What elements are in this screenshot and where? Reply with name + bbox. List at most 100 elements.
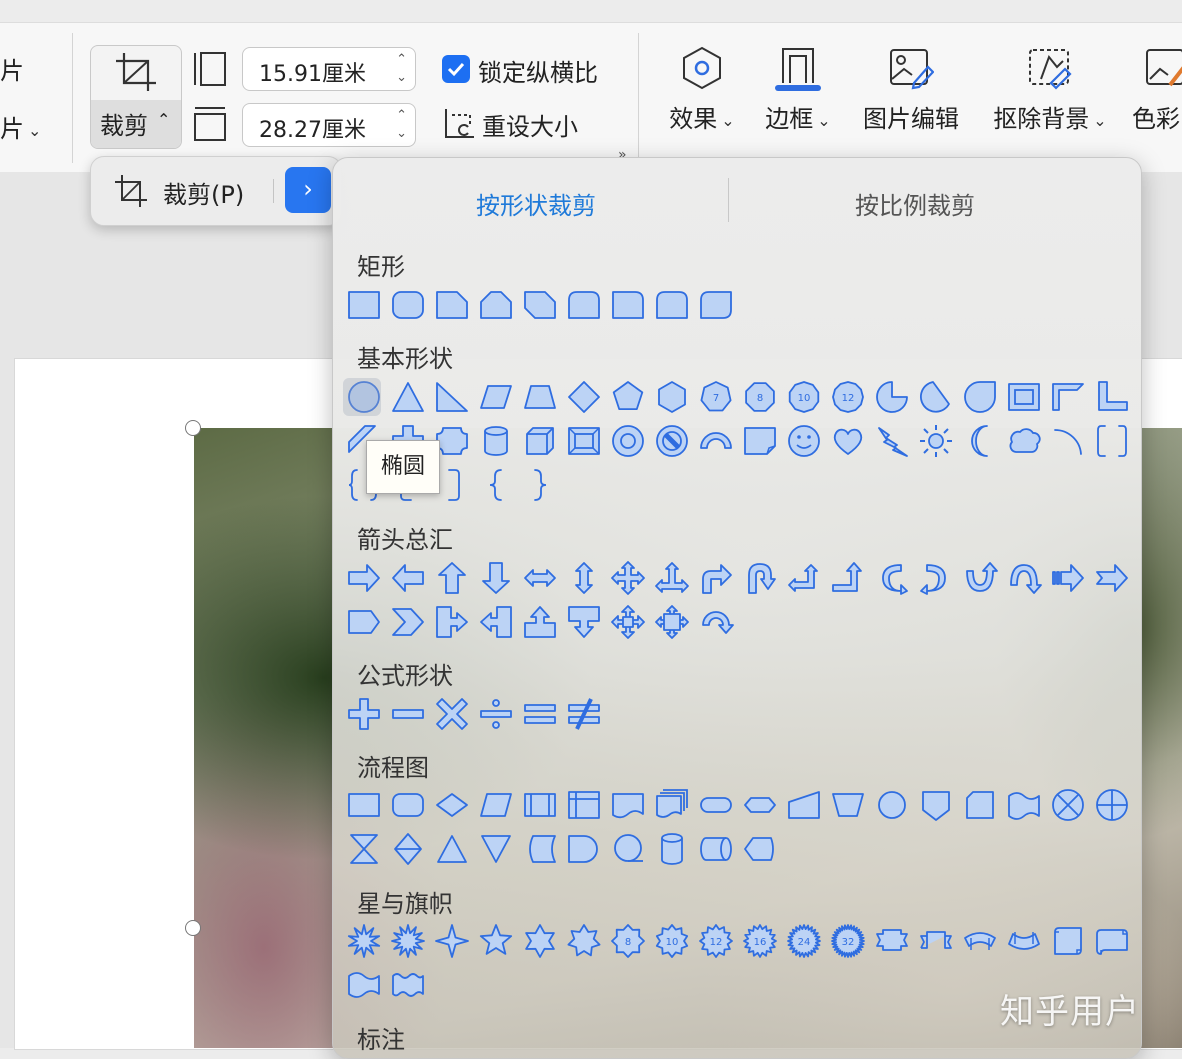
shape-math-multiply[interactable] bbox=[430, 692, 474, 736]
shape-curved-ribbon-up[interactable] bbox=[1002, 919, 1046, 963]
shape-pentagon-arrow[interactable] bbox=[342, 600, 386, 644]
shape-curved-down-arrow[interactable] bbox=[1002, 556, 1046, 600]
shape-math-equal[interactable] bbox=[518, 692, 562, 736]
shape-half-frame[interactable] bbox=[1046, 375, 1090, 419]
shape-curved-left-arrow[interactable] bbox=[914, 556, 958, 600]
shape-curved-right-arrow[interactable] bbox=[870, 556, 914, 600]
color-button[interactable]: 色彩 bbox=[1132, 45, 1182, 134]
shape-right-arrow[interactable] bbox=[342, 556, 386, 600]
shape-smiley-face[interactable] bbox=[782, 419, 826, 463]
shape-decagon[interactable]: 10 bbox=[782, 375, 826, 419]
shape-flowchart-sequential-access[interactable] bbox=[606, 827, 650, 871]
shape-chord[interactable] bbox=[914, 375, 958, 419]
shape-snip-same-side-rectangle[interactable] bbox=[474, 283, 518, 327]
shape-math-not-equal[interactable] bbox=[562, 692, 606, 736]
shape-circular-arrow[interactable] bbox=[694, 600, 738, 644]
shape-flowchart-stored-data[interactable] bbox=[518, 827, 562, 871]
crop-button[interactable]: 裁剪 ⌃ bbox=[90, 45, 182, 149]
shape-donut[interactable] bbox=[606, 419, 650, 463]
shape-cube[interactable] bbox=[518, 419, 562, 463]
remove-background-button[interactable]: 抠除背景 ⌄ bbox=[984, 45, 1116, 134]
shape-star-7-point[interactable] bbox=[562, 919, 606, 963]
shape-flowchart-decision[interactable] bbox=[430, 783, 474, 827]
shape-round-same-side-rectangle[interactable] bbox=[650, 283, 694, 327]
crop-dropdown-area[interactable]: 裁剪 ⌃ bbox=[91, 100, 181, 148]
shape-star-32-point[interactable]: 32 bbox=[826, 919, 870, 963]
shape-flowchart-merge[interactable] bbox=[474, 827, 518, 871]
shape-notched-right-arrow[interactable] bbox=[1090, 556, 1134, 600]
shape-down-arrow[interactable] bbox=[474, 556, 518, 600]
shape-hexagon[interactable] bbox=[650, 375, 694, 419]
shape-round-corner-rectangle[interactable] bbox=[606, 283, 650, 327]
shape-flowchart-data[interactable] bbox=[474, 783, 518, 827]
shape-flowchart-off-page-connector[interactable] bbox=[914, 783, 958, 827]
shape-rectangle[interactable] bbox=[342, 283, 386, 327]
shape-diamond[interactable] bbox=[562, 375, 606, 419]
shape-flowchart-multidocument[interactable] bbox=[650, 783, 694, 827]
shape-chevron-arrow[interactable] bbox=[386, 600, 430, 644]
shape-bent-up-arrow[interactable] bbox=[826, 556, 870, 600]
width-input[interactable]: 28.27厘米 ⌃ ⌄ bbox=[242, 103, 416, 147]
shape-star-8-point[interactable]: 8 bbox=[606, 919, 650, 963]
shape-no-symbol[interactable] bbox=[650, 419, 694, 463]
shape-folded-corner[interactable] bbox=[738, 419, 782, 463]
shape-curved-ribbon-down[interactable] bbox=[958, 919, 1002, 963]
shape-frame[interactable] bbox=[1002, 375, 1046, 419]
shape-flowchart-card[interactable] bbox=[958, 783, 1002, 827]
shape-wave[interactable] bbox=[342, 963, 386, 1007]
shape-explosion-2[interactable] bbox=[386, 919, 430, 963]
shape-flowchart-manual-input[interactable] bbox=[782, 783, 826, 827]
shape-flowchart-process[interactable] bbox=[342, 783, 386, 827]
shape-sun[interactable] bbox=[914, 419, 958, 463]
shape-left-up-arrow[interactable] bbox=[782, 556, 826, 600]
shape-flowchart-predefined-process[interactable] bbox=[518, 783, 562, 827]
shape-bent-arrow[interactable] bbox=[694, 556, 738, 600]
shape-left-arrow-callout[interactable] bbox=[474, 600, 518, 644]
shape-trapezoid[interactable] bbox=[518, 375, 562, 419]
shape-left-right-up-arrow[interactable] bbox=[650, 556, 694, 600]
shape-right-brace[interactable] bbox=[518, 463, 562, 507]
shape-up-arrow-callout[interactable] bbox=[518, 600, 562, 644]
shape-math-divide[interactable] bbox=[474, 692, 518, 736]
shape-math-minus[interactable] bbox=[386, 692, 430, 736]
shape-ribbon-down[interactable] bbox=[870, 919, 914, 963]
shape-left-brace[interactable] bbox=[474, 463, 518, 507]
shape-star-6-point[interactable] bbox=[518, 919, 562, 963]
shape-left-arrow[interactable] bbox=[386, 556, 430, 600]
shape-quad-arrow-callout[interactable] bbox=[650, 600, 694, 644]
shape-snip-round-rectangle[interactable] bbox=[562, 283, 606, 327]
shape-pie[interactable] bbox=[870, 375, 914, 419]
shape-right-triangle[interactable] bbox=[430, 375, 474, 419]
shape-flowchart-summing-junction[interactable] bbox=[1046, 783, 1090, 827]
shape-flowchart-preparation[interactable] bbox=[738, 783, 782, 827]
shape-heptagon[interactable]: 7 bbox=[694, 375, 738, 419]
shape-flowchart-document[interactable] bbox=[606, 783, 650, 827]
shape-snip-diagonal-rectangle[interactable] bbox=[518, 283, 562, 327]
resize-handle-top-left[interactable] bbox=[185, 420, 201, 436]
resize-handle-left[interactable] bbox=[185, 920, 201, 936]
tab-crop-by-ratio[interactable]: 按比例裁剪 bbox=[855, 186, 975, 221]
shape-heart[interactable] bbox=[826, 419, 870, 463]
tab-crop-by-shape[interactable]: 按形状裁剪 bbox=[476, 186, 596, 221]
cut-off-label-bottom[interactable]: 片 ⌄ bbox=[0, 109, 41, 144]
shape-flowchart-connector[interactable] bbox=[870, 783, 914, 827]
shape-teardrop[interactable] bbox=[958, 375, 1002, 419]
shape-star-12-point[interactable]: 12 bbox=[694, 919, 738, 963]
lock-aspect-label[interactable]: 锁定纵横比 bbox=[478, 53, 598, 88]
shape-ribbon-up[interactable] bbox=[914, 919, 958, 963]
shape-flowchart-terminator[interactable] bbox=[694, 783, 738, 827]
shape-flowchart-alternate-process[interactable] bbox=[386, 783, 430, 827]
shape-double-wave[interactable] bbox=[386, 963, 430, 1007]
crop-shape-expand-button[interactable]: › bbox=[285, 167, 331, 213]
shape-right-arrow-callout[interactable] bbox=[430, 600, 474, 644]
shape-cloud[interactable] bbox=[1002, 419, 1046, 463]
shape-pentagon[interactable] bbox=[606, 375, 650, 419]
shape-star-24-point[interactable]: 24 bbox=[782, 919, 826, 963]
shape-up-down-arrow[interactable] bbox=[562, 556, 606, 600]
shape-triangle[interactable] bbox=[386, 375, 430, 419]
width-stepper[interactable]: ⌃ ⌄ bbox=[396, 107, 407, 143]
shape-flowchart-or[interactable] bbox=[1090, 783, 1134, 827]
shape-block-arc[interactable] bbox=[694, 419, 738, 463]
effects-button[interactable]: 效果 ⌄ bbox=[662, 45, 742, 134]
height-stepper[interactable]: ⌃ ⌄ bbox=[396, 51, 407, 87]
